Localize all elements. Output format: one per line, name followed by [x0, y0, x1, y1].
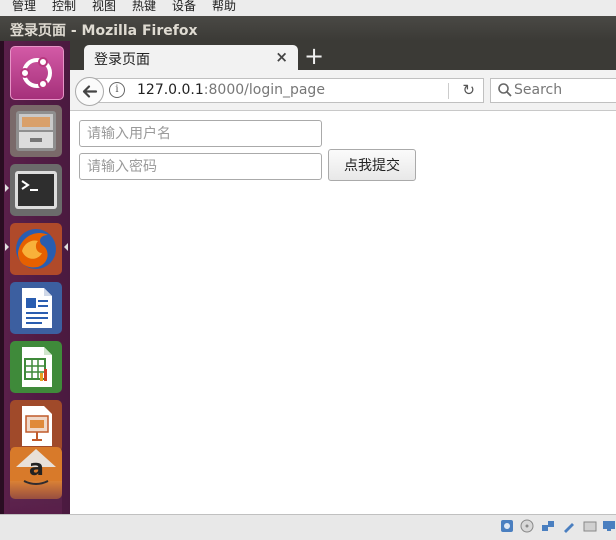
- files-icon[interactable]: [10, 105, 62, 157]
- running-indicator: [5, 243, 9, 251]
- usb-pen-icon[interactable]: [562, 519, 576, 533]
- menu-devices[interactable]: 设备: [172, 0, 196, 13]
- running-indicator: [5, 184, 9, 192]
- url-bar[interactable]: i 127.0.0.1:8000/login_page ↻: [95, 78, 484, 103]
- hard-disk-icon[interactable]: [500, 519, 514, 533]
- username-input[interactable]: [79, 120, 322, 147]
- tab-login-page[interactable]: 登录页面 ×: [84, 45, 298, 70]
- password-input[interactable]: [79, 153, 322, 180]
- menu-manage[interactable]: 管理: [12, 0, 36, 13]
- host-menubar: 管理 控制 视图 热键 设备 帮助: [0, 0, 616, 17]
- url-host: 127.0.0.1: [137, 82, 204, 98]
- menu-help[interactable]: 帮助: [212, 0, 236, 13]
- search-bar[interactable]: Search: [490, 78, 616, 103]
- reload-icon[interactable]: ↻: [462, 81, 475, 99]
- unity-launcher: a: [4, 41, 70, 514]
- top-panel: 登录页面 - Mozilla Firefox: [0, 16, 616, 41]
- libreoffice-calc-icon[interactable]: [10, 341, 62, 393]
- tab-title: 登录页面: [94, 52, 150, 68]
- menu-hotkeys[interactable]: 热键: [132, 0, 156, 13]
- ubuntu-dash-icon[interactable]: [10, 46, 64, 100]
- back-button[interactable]: [75, 77, 104, 106]
- url-text[interactable]: 127.0.0.1:8000/login_page: [137, 82, 325, 98]
- menu-control[interactable]: 控制: [52, 0, 76, 13]
- launcher-fade: [10, 481, 62, 514]
- vm-status-bar: [0, 514, 616, 540]
- terminal-icon[interactable]: [10, 164, 62, 216]
- libreoffice-impress-icon[interactable]: [10, 400, 62, 452]
- menu-view[interactable]: 视图: [92, 0, 116, 13]
- info-icon[interactable]: i: [109, 82, 125, 98]
- page-content: 点我提交: [70, 111, 616, 514]
- network-icon[interactable]: [541, 519, 555, 533]
- display-icon[interactable]: [602, 519, 616, 533]
- back-arrow-icon: [82, 85, 98, 98]
- libreoffice-writer-icon[interactable]: [10, 282, 62, 334]
- window-title: 登录页面 - Mozilla Firefox: [10, 23, 198, 39]
- search-placeholder: Search: [514, 82, 563, 98]
- svg-text:a: a: [29, 456, 44, 481]
- firefox-icon[interactable]: [10, 223, 62, 275]
- nav-bar: i 127.0.0.1:8000/login_page ↻ Search: [70, 70, 616, 111]
- tab-strip: 登录页面 × +: [70, 41, 616, 70]
- shared-folder-icon[interactable]: [583, 519, 597, 533]
- focused-indicator: [64, 243, 68, 251]
- optical-drive-icon[interactable]: [520, 519, 534, 533]
- submit-button[interactable]: 点我提交: [328, 149, 416, 181]
- tab-close-icon[interactable]: ×: [275, 48, 288, 66]
- url-separator: [448, 83, 449, 99]
- url-path: :8000/login_page: [203, 82, 325, 98]
- search-icon: [498, 83, 512, 97]
- new-tab-button[interactable]: +: [304, 42, 324, 70]
